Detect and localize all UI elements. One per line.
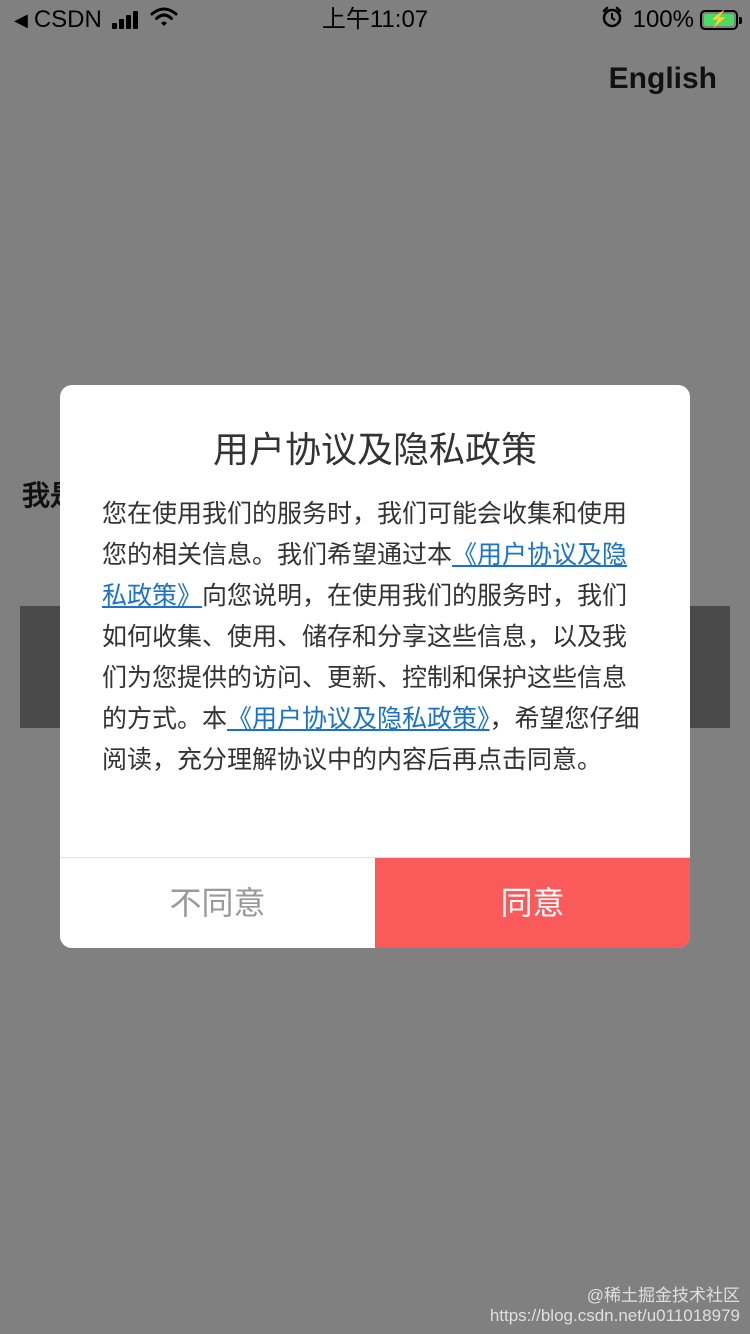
policy-link-2[interactable]: 《用户协议及隐私政策》 <box>227 704 490 733</box>
watermark-line-2: https://blog.csdn.net/u011018979 <box>489 1306 740 1325</box>
dialog-body: 您在使用我们的服务时，我们可能会收集和使用您的相关信息。我们希望通过本《用户协议… <box>102 493 650 780</box>
battery-cap <box>739 17 742 24</box>
watermark: @稀土掘金技术社区 https://blog.csdn.net/u0110189… <box>490 1286 740 1326</box>
alarm-icon <box>601 6 623 35</box>
disagree-button[interactable]: 不同意 <box>60 858 375 948</box>
privacy-dialog: 用户协议及隐私政策 您在使用我们的服务时，我们可能会收集和使用您的相关信息。我们… <box>60 385 690 948</box>
charging-bolt-icon: ⚡ <box>709 11 729 28</box>
dialog-title: 用户协议及隐私政策 <box>212 430 537 471</box>
battery-percent: 100% <box>632 6 694 33</box>
status-bar: ◀ CSDN 上午11:07 100% ⚡ <box>0 0 750 40</box>
agree-button[interactable]: 同意 <box>375 858 690 948</box>
language-switch-link[interactable]: English <box>609 62 717 96</box>
status-right: 100% ⚡ <box>601 6 742 35</box>
watermark-line-1: @稀土掘金技术社区 <box>586 1286 740 1305</box>
battery-icon: ⚡ <box>700 10 742 30</box>
